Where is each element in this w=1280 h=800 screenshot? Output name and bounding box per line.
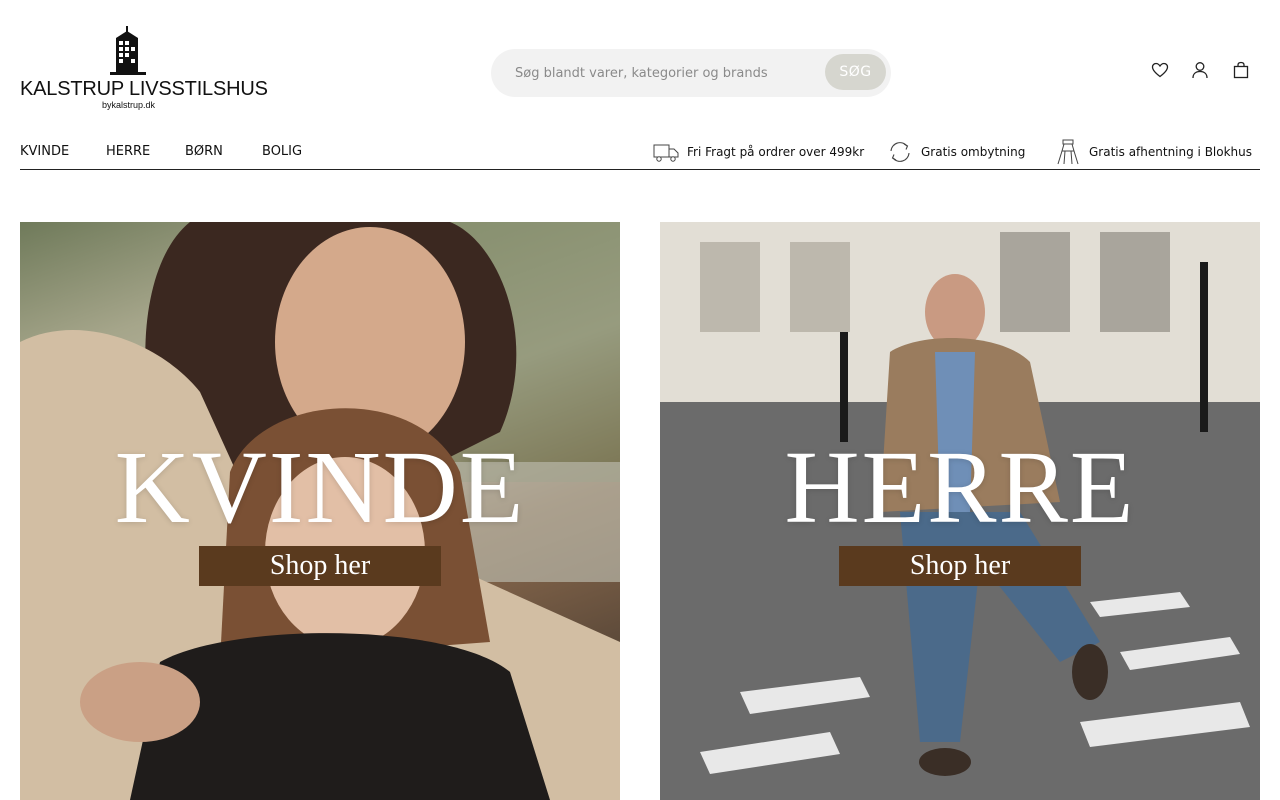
search-button[interactable]: SØG [825, 54, 886, 90]
user-icon[interactable] [1190, 60, 1210, 80]
brand-logo[interactable]: KALSTRUP LIVSSTILSHUS bykalstrup.dk [20, 26, 268, 114]
search-bar: SØG [491, 49, 891, 97]
usp-free-exchange: Gratis ombytning [887, 138, 1025, 166]
brand-name: KALSTRUP LIVSSTILSHUS [20, 78, 268, 100]
tile-herre-shop-button[interactable]: Shop her [839, 546, 1081, 586]
truck-icon [653, 144, 679, 162]
search-input[interactable] [515, 63, 815, 83]
header-divider [20, 169, 1260, 170]
nav-item-kvinde[interactable]: KVINDE [20, 144, 69, 159]
nav-item-herre[interactable]: HERRE [106, 144, 150, 159]
tile-kvinde[interactable]: KVINDE Shop her [20, 222, 620, 800]
bag-icon[interactable] [1231, 60, 1251, 80]
tile-herre-title: HERRE [784, 430, 1136, 545]
nav-item-born[interactable]: BØRN [185, 144, 223, 159]
usp-free-shipping-text: Fri Fragt på ordrer over 499kr [687, 145, 865, 159]
tile-herre[interactable]: HERRE Shop her [660, 222, 1260, 800]
pickup-icon [1057, 139, 1079, 165]
usp-free-exchange-text: Gratis ombytning [921, 145, 1026, 159]
exchange-icon [890, 142, 910, 162]
usp-free-pickup-text: Gratis afhentning i Blokhus [1089, 145, 1253, 159]
nav-item-bolig[interactable]: BOLIG [262, 144, 302, 159]
usp-free-shipping: Fri Fragt på ordrer over 499kr [653, 138, 864, 166]
usp-free-pickup: Gratis afhentning i Blokhus [1055, 138, 1252, 166]
house-logo-icon [110, 26, 146, 75]
brand-tagline: bykalstrup.dk [102, 100, 156, 110]
tile-kvinde-title: KVINDE [114, 430, 526, 545]
tile-kvinde-shop-button[interactable]: Shop her [199, 546, 441, 586]
heart-icon[interactable] [1150, 60, 1170, 80]
